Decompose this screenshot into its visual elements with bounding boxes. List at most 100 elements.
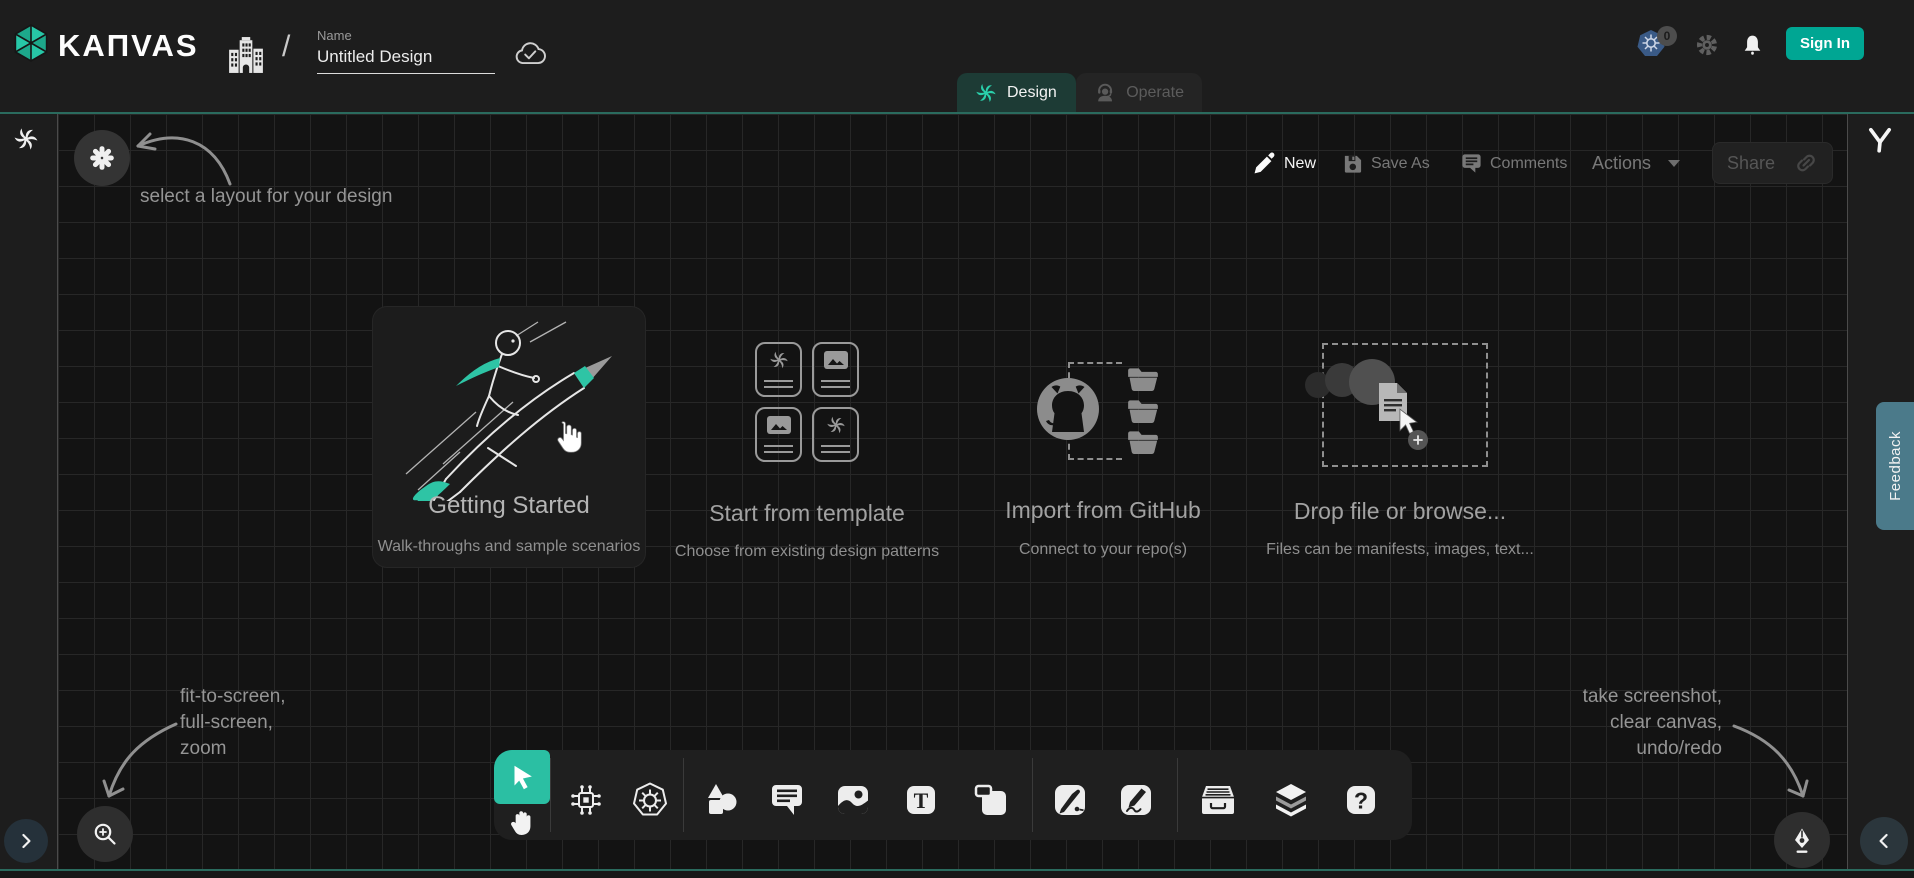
help-tool[interactable]: ? — [1339, 778, 1383, 822]
layout-flower-icon — [89, 145, 115, 171]
rocket-sketch-illustration — [388, 316, 638, 501]
tab-operate-label: Operate — [1126, 84, 1184, 102]
app-header: KAΠVAS / Name — [0, 0, 1914, 112]
folder-icon — [1126, 366, 1160, 392]
template-tile — [812, 407, 859, 462]
operate-headset-icon — [1094, 81, 1116, 105]
github-octocat-icon[interactable] — [1035, 376, 1101, 442]
note-icon — [971, 780, 1011, 820]
tab-design[interactable]: Design — [957, 73, 1076, 112]
y-logo — [1866, 126, 1894, 154]
folder-icon — [1126, 398, 1160, 424]
caret-down-icon[interactable] — [1668, 160, 1680, 167]
drawer-tool[interactable] — [1196, 778, 1240, 822]
comments-button[interactable]: Comments — [1490, 155, 1567, 173]
layers-tool[interactable] — [1269, 778, 1313, 822]
notifications-count-badge[interactable]: 0 — [1657, 26, 1677, 46]
chevron-right-icon — [14, 829, 38, 853]
select-arrow-tool[interactable] — [494, 750, 550, 804]
template-tile-pinwheel-icon — [826, 415, 846, 435]
layout-selector-button[interactable] — [74, 130, 130, 186]
sign-in-button[interactable]: Sign In — [1786, 27, 1864, 60]
collapse-chevron-button[interactable] — [1860, 817, 1908, 865]
design-name-label: Name — [317, 28, 352, 43]
sketch-pencil-icon — [1116, 780, 1156, 820]
hexagon-brand-logo-icon[interactable] — [11, 23, 51, 63]
pen-icon — [1050, 780, 1090, 820]
text-tool[interactable]: T — [899, 778, 943, 822]
zoom-in-button[interactable] — [77, 806, 133, 862]
link-icon — [1794, 151, 1818, 175]
pen-nib-icon — [1788, 826, 1816, 854]
card-title[interactable]: Drop file or browse... — [1285, 498, 1515, 525]
building-icon — [228, 36, 264, 74]
bottom-edge — [0, 871, 1914, 878]
pan-hand-tool[interactable] — [500, 802, 544, 846]
comment-bubble-icon — [767, 780, 807, 820]
card-title[interactable]: Import from GitHub — [988, 497, 1218, 524]
view-hint-arrow — [92, 712, 184, 804]
kanvas-app: KAΠVAS / Name — [0, 0, 1914, 878]
magnifier-plus-icon — [91, 820, 119, 848]
gear-icon[interactable] — [1694, 32, 1720, 58]
pencil-icon[interactable] — [1253, 152, 1276, 175]
comment-icon[interactable] — [1460, 152, 1483, 175]
shapes-icon — [701, 780, 741, 820]
select-arrow-icon — [507, 762, 537, 792]
relationship-icon — [566, 780, 606, 820]
pan-hand-icon — [508, 809, 536, 839]
sign-in-label: Sign In — [1800, 35, 1850, 52]
expand-chevron-button[interactable] — [4, 819, 48, 863]
share-label: Share — [1727, 153, 1775, 174]
view-hint-text: fit-to-screen, full-screen, zoom — [180, 684, 286, 762]
plus-badge-icon — [1408, 430, 1428, 450]
kubernetes-tool[interactable] — [628, 778, 672, 822]
sketch-tool[interactable] — [1114, 778, 1158, 822]
svg-text:T: T — [914, 788, 929, 813]
hand-cursor-icon — [552, 418, 582, 454]
share-button[interactable]: Share — [1712, 142, 1833, 184]
template-tile — [755, 407, 802, 462]
comment-tool[interactable] — [765, 778, 809, 822]
note-tool[interactable] — [969, 778, 1013, 822]
left-sidebar-strip — [0, 114, 57, 869]
pen-tool[interactable] — [1048, 778, 1092, 822]
feedback-label: Feedback — [1887, 431, 1904, 501]
help-icon: ? — [1341, 780, 1381, 820]
tab-design-label: Design — [1007, 84, 1057, 102]
new-button[interactable]: New — [1284, 155, 1316, 173]
history-h int-arrow — [1726, 712, 1818, 804]
shapes-tool[interactable] — [699, 778, 743, 822]
layout-hint-text: select a layout for your design — [140, 184, 392, 210]
template-tile-image-icon — [824, 351, 848, 369]
card-title: Getting Started — [373, 492, 645, 520]
template-tile — [755, 342, 802, 397]
card-subtitle: Connect to your repo(s) — [988, 541, 1218, 559]
svg-text:?: ? — [1354, 788, 1368, 814]
tab-operate[interactable]: Operate — [1076, 73, 1202, 112]
actions-menu-button[interactable]: Actions — [1592, 153, 1651, 174]
folder-icon — [1126, 429, 1160, 455]
card-subtitle: Choose from existing design patterns — [662, 543, 952, 561]
tools-dock: T — [494, 750, 1412, 840]
bell-icon[interactable] — [1740, 31, 1765, 57]
cloud-saved-icon — [514, 42, 546, 66]
save-as-button[interactable]: Save As — [1371, 155, 1430, 173]
template-tile-pinwheel-icon — [769, 350, 789, 370]
pinwheel-logo — [13, 126, 39, 152]
design-name-input[interactable] — [317, 47, 495, 74]
relationship-tool[interactable] — [564, 778, 608, 822]
layers-icon — [1271, 780, 1311, 820]
card-subtitle: Files can be manifests, images, text... — [1255, 541, 1545, 559]
template-tile-image-icon — [767, 416, 791, 434]
template-tile — [812, 342, 859, 397]
brand-wordmark[interactable]: KAΠVAS — [58, 28, 199, 64]
text-icon: T — [901, 780, 941, 820]
feedback-tab[interactable]: Feedback — [1876, 402, 1914, 530]
card-title: Start from template — [672, 500, 942, 527]
image-tool[interactable] — [831, 778, 875, 822]
pen-nib-button[interactable] — [1774, 812, 1830, 868]
floppy-save-icon[interactable] — [1342, 153, 1363, 174]
image-icon — [833, 780, 873, 820]
card-subtitle: Walk-throughs and sample scenarios — [363, 538, 655, 556]
